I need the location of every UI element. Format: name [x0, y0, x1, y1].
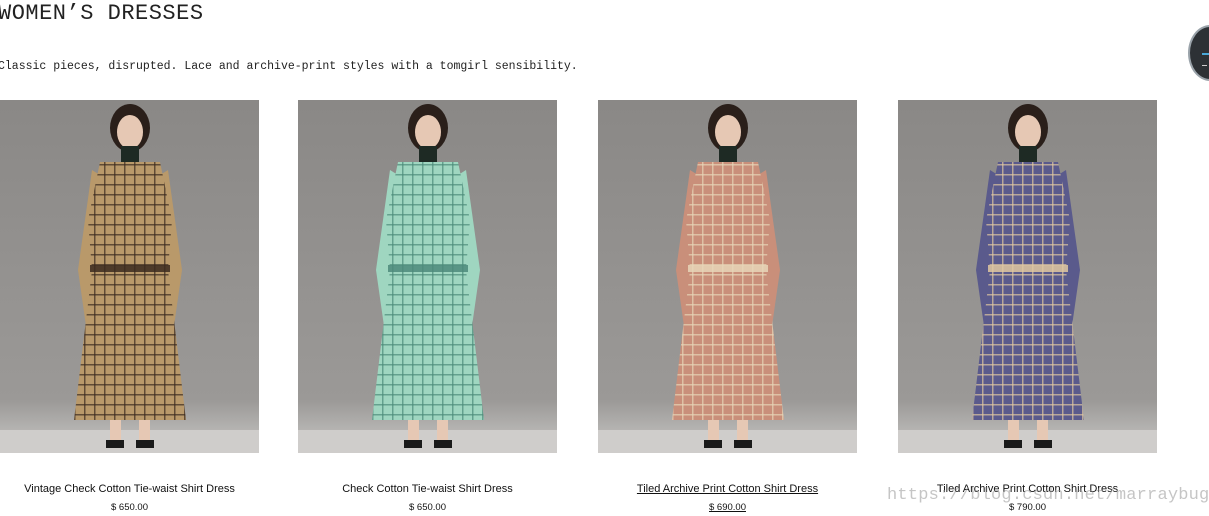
product-image[interactable] [598, 100, 857, 453]
product-price: $ 690.00 [709, 502, 746, 513]
page-title: WOMEN’S DRESSES [0, 1, 204, 26]
product-name[interactable]: Vintage Check Cotton Tie-waist Shirt Dre… [0, 482, 259, 496]
product-name[interactable]: Check Cotton Tie-waist Shirt Dress [298, 482, 557, 496]
product-name[interactable]: Tiled Archive Print Cotton Shirt Dress [598, 482, 857, 496]
product-photo [598, 100, 857, 453]
product-card[interactable]: Tiled Archive Print Cotton Shirt Dress $… [898, 100, 1158, 516]
widget-dash [1202, 53, 1209, 55]
product-photo [898, 100, 1157, 453]
widget-dash [1202, 65, 1207, 66]
product-grid: Vintage Check Cotton Tie-waist Shirt Dre… [0, 100, 1209, 516]
floating-widget-icon[interactable] [1188, 25, 1209, 81]
product-price: $ 650.00 [111, 502, 148, 513]
product-card[interactable]: Check Cotton Tie-waist Shirt Dress $ 650… [298, 100, 558, 516]
product-photo [0, 100, 259, 453]
product-image[interactable] [298, 100, 557, 453]
page-subtitle: Classic pieces, disrupted. Lace and arch… [0, 60, 578, 73]
product-image[interactable] [898, 100, 1157, 453]
product-price: $ 650.00 [409, 502, 446, 513]
product-image[interactable] [0, 100, 259, 453]
product-card[interactable]: Vintage Check Cotton Tie-waist Shirt Dre… [0, 100, 260, 516]
product-photo [298, 100, 557, 453]
product-card[interactable]: Tiled Archive Print Cotton Shirt Dress $… [598, 100, 858, 516]
watermark: https://blog.csdn.net/marraybug [887, 486, 1209, 505]
